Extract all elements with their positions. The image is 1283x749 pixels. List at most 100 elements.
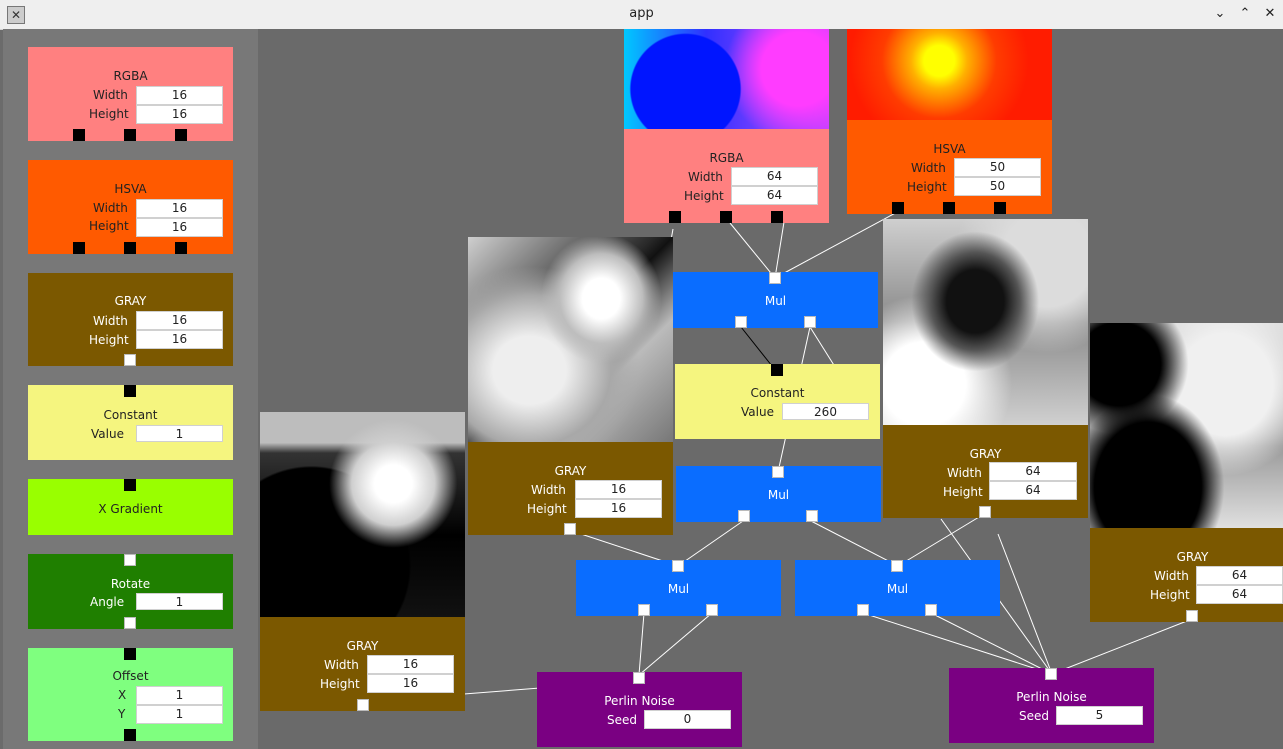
output-port[interactable] <box>124 617 136 629</box>
palette-constant-node[interactable]: Constant Value 1 <box>28 385 233 460</box>
height-field[interactable]: 64 <box>1196 585 1283 604</box>
angle-field[interactable]: 1 <box>136 593 223 610</box>
output-port[interactable] <box>706 604 718 616</box>
output-port[interactable] <box>124 129 136 141</box>
hsva-preview-image <box>847 29 1052 120</box>
output-port[interactable] <box>124 729 136 741</box>
output-port[interactable] <box>638 604 650 616</box>
output-port[interactable] <box>73 129 85 141</box>
output-port[interactable] <box>943 202 955 214</box>
gray-right-node[interactable]: GRAY Width 64 Height 64 <box>883 425 1088 518</box>
gray-mid-node[interactable]: GRAY Width 16 Height 16 <box>468 442 673 535</box>
width-field[interactable]: 64 <box>989 462 1077 481</box>
input-port[interactable] <box>1045 668 1057 680</box>
output-port[interactable] <box>175 242 187 254</box>
seed-field[interactable]: 5 <box>1056 706 1143 725</box>
output-port[interactable] <box>357 699 369 711</box>
close-icon[interactable]: ✕ <box>1260 4 1280 24</box>
node-canvas[interactable]: RGBA Width 64 Height 64 HSVA Width 50 He… <box>258 29 1283 749</box>
node-title: HSVA <box>933 142 966 156</box>
height-field[interactable]: 16 <box>136 330 223 349</box>
palette-gray-node[interactable]: GRAY Width 16 Height 16 <box>28 273 233 366</box>
mul-node[interactable]: Mul <box>795 560 1000 616</box>
node-title: Mul <box>667 582 690 596</box>
width-field[interactable]: 64 <box>731 167 818 186</box>
height-field[interactable]: 16 <box>367 674 454 693</box>
input-port[interactable] <box>769 272 781 284</box>
palette-rgba-node[interactable]: RGBA Width 16 Height 16 <box>28 47 233 141</box>
value-field[interactable]: 1 <box>136 425 223 442</box>
output-port[interactable] <box>735 316 747 328</box>
width-label: Width <box>93 88 128 102</box>
x-field[interactable]: 1 <box>136 686 223 705</box>
y-field[interactable]: 1 <box>136 705 223 724</box>
mul-node[interactable]: Mul <box>673 272 878 328</box>
output-port[interactable] <box>857 604 869 616</box>
input-port[interactable] <box>124 554 136 566</box>
output-port[interactable] <box>564 523 576 535</box>
height-field[interactable]: 16 <box>575 499 662 518</box>
palette-hsva-node[interactable]: HSVA Width 16 Height 16 <box>28 160 233 254</box>
node-palette: RGBA Width 16 Height 16 HSVA Width 16 He… <box>3 29 258 749</box>
node-title: Perlin Noise <box>604 694 675 708</box>
palette-rotate-node[interactable]: Rotate Angle 1 <box>28 554 233 629</box>
rgba-node[interactable]: RGBA Width 64 Height 64 <box>624 129 829 223</box>
output-port[interactable] <box>925 604 937 616</box>
input-port[interactable] <box>633 672 645 684</box>
height-field[interactable]: 16 <box>136 105 223 124</box>
output-port[interactable] <box>979 506 991 518</box>
output-port[interactable] <box>771 211 783 223</box>
input-port[interactable] <box>891 560 903 572</box>
height-field[interactable]: 64 <box>731 186 818 205</box>
seed-field[interactable]: 0 <box>644 710 731 729</box>
width-field[interactable]: 16 <box>136 199 223 218</box>
output-port[interactable] <box>994 202 1006 214</box>
height-field[interactable]: 64 <box>989 481 1077 500</box>
output-port[interactable] <box>73 242 85 254</box>
height-label: Height <box>1150 588 1190 602</box>
output-port[interactable] <box>720 211 732 223</box>
output-port[interactable] <box>892 202 904 214</box>
palette-xgradient-node[interactable]: X Gradient <box>28 479 233 535</box>
node-title: HSVA <box>114 182 147 196</box>
palette-offset-node[interactable]: Offset X 1 Y 1 <box>28 648 233 741</box>
output-port[interactable] <box>124 479 136 491</box>
output-port[interactable] <box>669 211 681 223</box>
width-label: Width <box>1154 569 1189 583</box>
output-port[interactable] <box>124 354 136 366</box>
height-field[interactable]: 50 <box>954 177 1041 196</box>
output-port[interactable] <box>124 385 136 397</box>
output-port[interactable] <box>175 129 187 141</box>
gray-left-node[interactable]: GRAY Width 16 Height 16 <box>260 617 465 711</box>
width-field[interactable]: 16 <box>575 480 662 499</box>
width-field[interactable]: 16 <box>136 86 223 105</box>
input-port[interactable] <box>772 466 784 478</box>
gray-far-node[interactable]: GRAY Width 64 Height 64 <box>1090 528 1283 622</box>
output-port[interactable] <box>806 510 818 522</box>
value-label: Value <box>91 427 124 441</box>
input-port[interactable] <box>124 648 136 660</box>
width-field[interactable]: 16 <box>136 311 223 330</box>
value-field[interactable]: 260 <box>782 403 869 420</box>
perlin-noise-node[interactable]: Perlin Noise Seed 5 <box>949 668 1154 743</box>
height-label: Height <box>320 677 360 691</box>
angle-label: Angle <box>90 595 125 609</box>
gray-far-preview-image <box>1090 323 1283 528</box>
minimize-icon[interactable]: ⌄ <box>1210 4 1230 24</box>
input-port[interactable] <box>672 560 684 572</box>
width-field[interactable]: 50 <box>954 158 1041 177</box>
width-field[interactable]: 16 <box>367 655 454 674</box>
input-port[interactable] <box>771 364 783 376</box>
perlin-noise-node[interactable]: Perlin Noise Seed 0 <box>537 672 742 747</box>
height-field[interactable]: 16 <box>136 218 223 237</box>
constant-node[interactable]: Constant Value 260 <box>675 364 880 439</box>
mul-node[interactable]: Mul <box>676 466 881 522</box>
width-field[interactable]: 64 <box>1196 566 1283 585</box>
hsva-node[interactable]: HSVA Width 50 Height 50 <box>847 120 1052 214</box>
output-port[interactable] <box>804 316 816 328</box>
output-port[interactable] <box>738 510 750 522</box>
maximize-icon[interactable]: ⌃ <box>1235 4 1255 24</box>
output-port[interactable] <box>1186 610 1198 622</box>
mul-node[interactable]: Mul <box>576 560 781 616</box>
output-port[interactable] <box>124 242 136 254</box>
